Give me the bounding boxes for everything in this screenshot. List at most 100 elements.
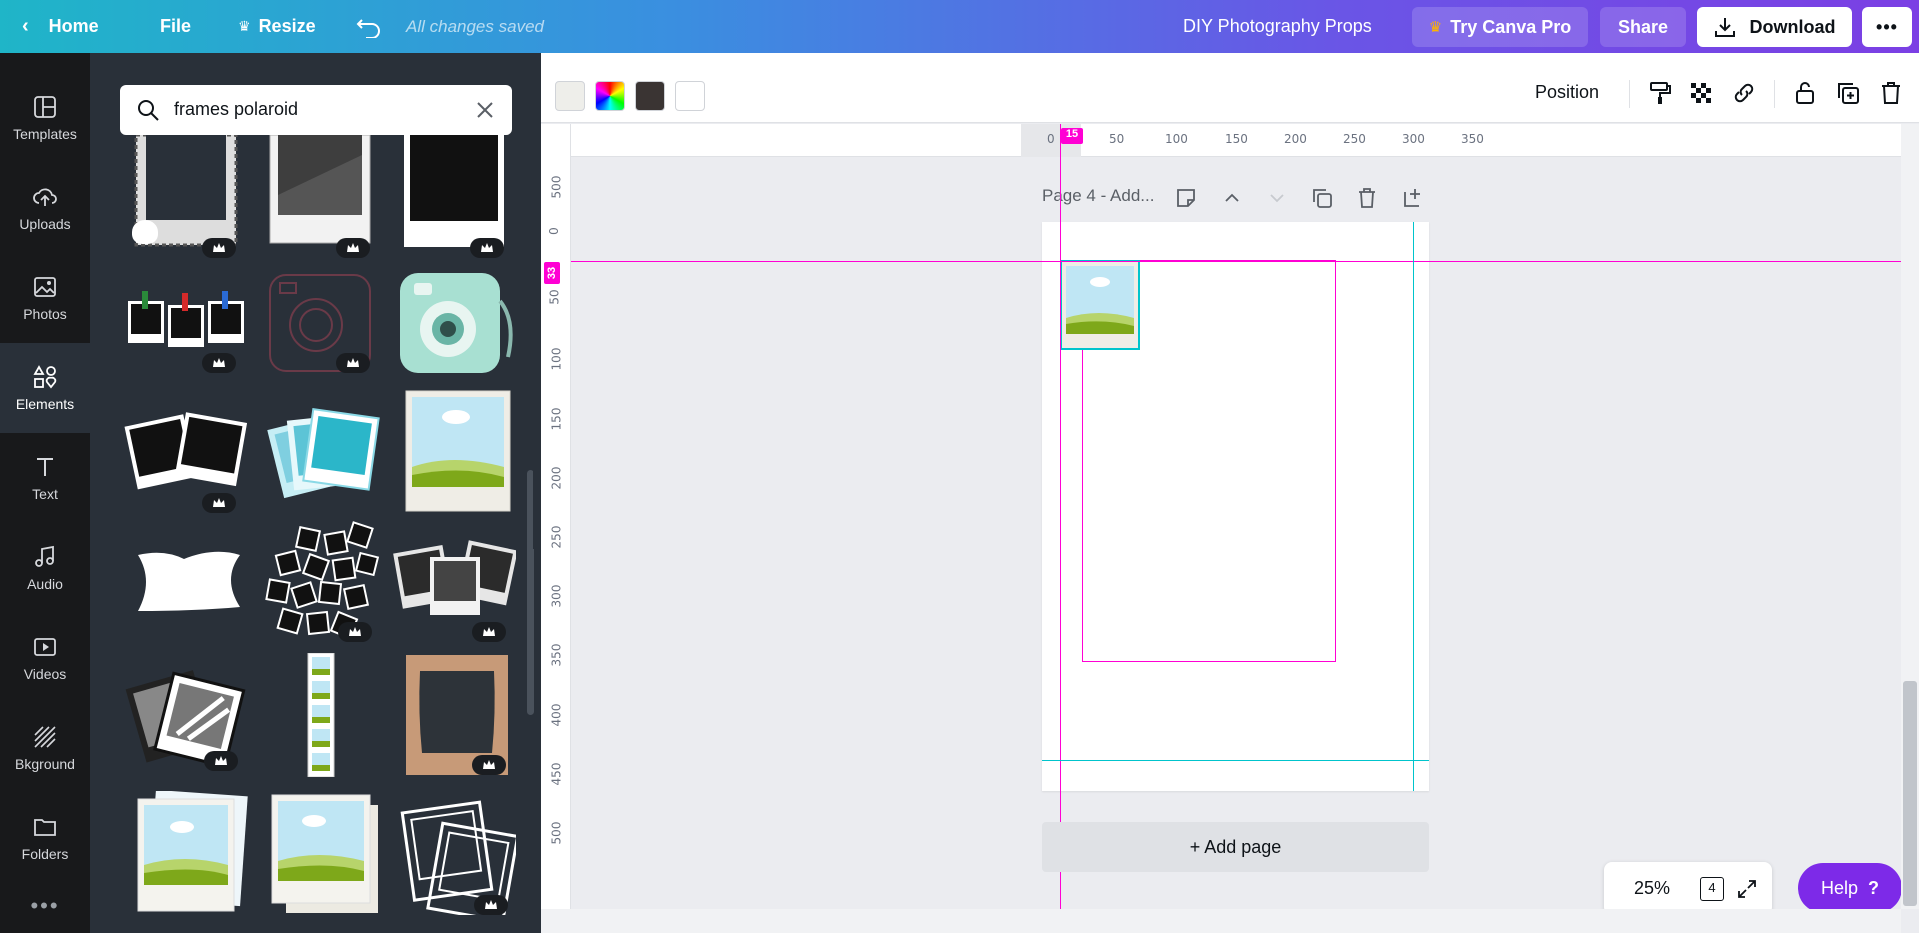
try-canva-pro-button[interactable]: ♛ Try Canva Pro [1412,7,1588,47]
snap-line-horizontal [1042,760,1429,761]
search-input[interactable]: frames polaroid [174,99,298,120]
element-clip-polaroids[interactable] [124,261,248,385]
pro-badge [338,622,372,642]
pro-badge [474,895,508,915]
folder-icon [34,819,56,836]
search-icon [138,100,159,121]
rail-item-elements[interactable]: Elements [0,343,90,433]
element-mint-instax-camera[interactable] [392,261,516,385]
pro-badge [470,238,504,258]
element-zebra-frame[interactable] [124,133,248,259]
element-clipped-landscape-polaroid[interactable] [258,791,382,915]
undo-button[interactable] [356,0,382,53]
resize-button[interactable]: ♛ Resize [238,0,316,53]
element-outline-polaroid-pair[interactable] [392,791,520,923]
heart-icon[interactable] [132,220,158,244]
shapes-icon [33,365,57,389]
guide-line-horizontal[interactable] [571,261,1919,262]
page-title[interactable]: Page 4 - Add... [1042,186,1154,206]
share-button[interactable]: Share [1600,7,1686,47]
elements-panel: frames polaroid [90,53,541,933]
design-page[interactable] [1042,222,1429,791]
color-picker-rainbow[interactable] [595,81,625,111]
ruler-tick: 400 [549,703,564,727]
file-menu-button[interactable]: File [160,0,191,53]
search-bar[interactable]: frames polaroid [120,85,512,135]
crown-icon [481,243,493,252]
element-landscape-polaroid-stack[interactable] [124,789,248,915]
transparency-icon[interactable] [1688,80,1714,106]
element-torn-paper[interactable] [124,519,248,643]
element-metal-polaroid[interactable] [258,134,382,259]
fullscreen-icon[interactable] [1736,878,1758,900]
editor-horizontal-scrollbar[interactable] [541,909,1901,933]
toolbar-divider [1774,80,1775,108]
color-swatch-light[interactable] [555,81,585,111]
more-options-button[interactable]: ••• [1862,7,1912,47]
link-icon[interactable] [1731,80,1757,106]
zoom-controls: 25% 4 [1604,862,1772,915]
element-black-polaroid-pair[interactable] [124,389,248,513]
pro-badge [472,755,506,775]
selected-element[interactable] [1060,260,1140,350]
landscape-polaroid-image [1062,262,1138,348]
rail-item-background[interactable]: Bkground [0,703,90,793]
editor-vertical-scrollbar[interactable] [1901,124,1919,909]
unlock-icon[interactable] [1792,80,1818,106]
color-swatch-white[interactable] [675,81,705,111]
vertical-ruler: 500 0 50 100 150 200 250 300 350 400 450… [541,124,571,909]
rail-item-folders[interactable]: Folders [0,793,90,883]
save-status: All changes saved [406,16,544,36]
trash-icon[interactable] [1878,80,1904,106]
ruler-tick: 300 [549,584,564,608]
horizontal-ruler: 0 50 100 150 200 250 300 350 15 [571,124,1901,157]
crown-icon: ♛ [238,18,251,34]
duplicate-icon[interactable] [1835,80,1861,106]
paint-roller-icon[interactable] [1647,80,1673,106]
crown-icon [213,243,225,252]
chevron-up-icon[interactable] [1222,188,1242,208]
chevron-down-icon[interactable] [1267,188,1287,208]
page-count-button[interactable]: 4 [1700,877,1724,901]
rail-item-uploads[interactable]: Uploads [0,163,90,253]
color-swatch-dark[interactable] [635,81,665,111]
element-kraft-frame[interactable] [392,653,516,777]
text-t-icon [37,458,53,476]
scroll-thumb[interactable] [1903,681,1917,906]
rail-item-audio[interactable]: Audio [0,523,90,613]
guide-line-vertical[interactable] [1060,124,1061,933]
ruler-tick: 350 [549,643,564,667]
duplicate-page-icon[interactable] [1311,187,1333,209]
rail-item-videos[interactable]: Videos [0,613,90,703]
element-scattered-polaroids[interactable] [258,519,382,643]
element-landscape-polaroid[interactable] [392,389,516,513]
download-button[interactable]: Download [1697,7,1852,47]
play-video-icon [34,638,56,656]
add-page-button[interactable]: + Add page [1042,822,1429,872]
image-icon [34,277,56,297]
crown-icon [213,498,225,507]
ruler-marker-x: 15 [1061,128,1083,144]
home-button[interactable]: ‹ Home [22,0,99,53]
element-filmstrip[interactable] [258,652,382,778]
rail-item-text[interactable]: Text [0,433,90,523]
rail-item-photos[interactable]: Photos [0,253,90,343]
element-dark-polaroid-trio[interactable] [392,519,518,643]
element-teal-polaroid-stack[interactable] [258,389,382,513]
notes-icon[interactable] [1175,187,1197,209]
position-button[interactable]: Position [1535,82,1599,103]
help-button[interactable]: Help ? [1798,863,1902,913]
close-icon[interactable] [474,99,496,121]
rail-item-templates[interactable]: Templates [0,73,90,163]
ruler-tick: 200 [1284,132,1307,146]
design-title[interactable]: DIY Photography Props [1183,0,1372,53]
element-black-polaroid[interactable] [392,135,516,259]
rail-more-button[interactable]: ••• [0,893,90,919]
zoom-level[interactable]: 25% [1634,878,1670,899]
ruler-tick: 50 [1109,132,1125,146]
element-grey-polaroid-pair[interactable] [124,653,248,777]
add-page-icon[interactable] [1402,187,1424,209]
ruler-tick: 300 [1402,132,1425,146]
delete-page-icon[interactable] [1356,187,1378,209]
element-camera-outline[interactable] [258,261,382,385]
